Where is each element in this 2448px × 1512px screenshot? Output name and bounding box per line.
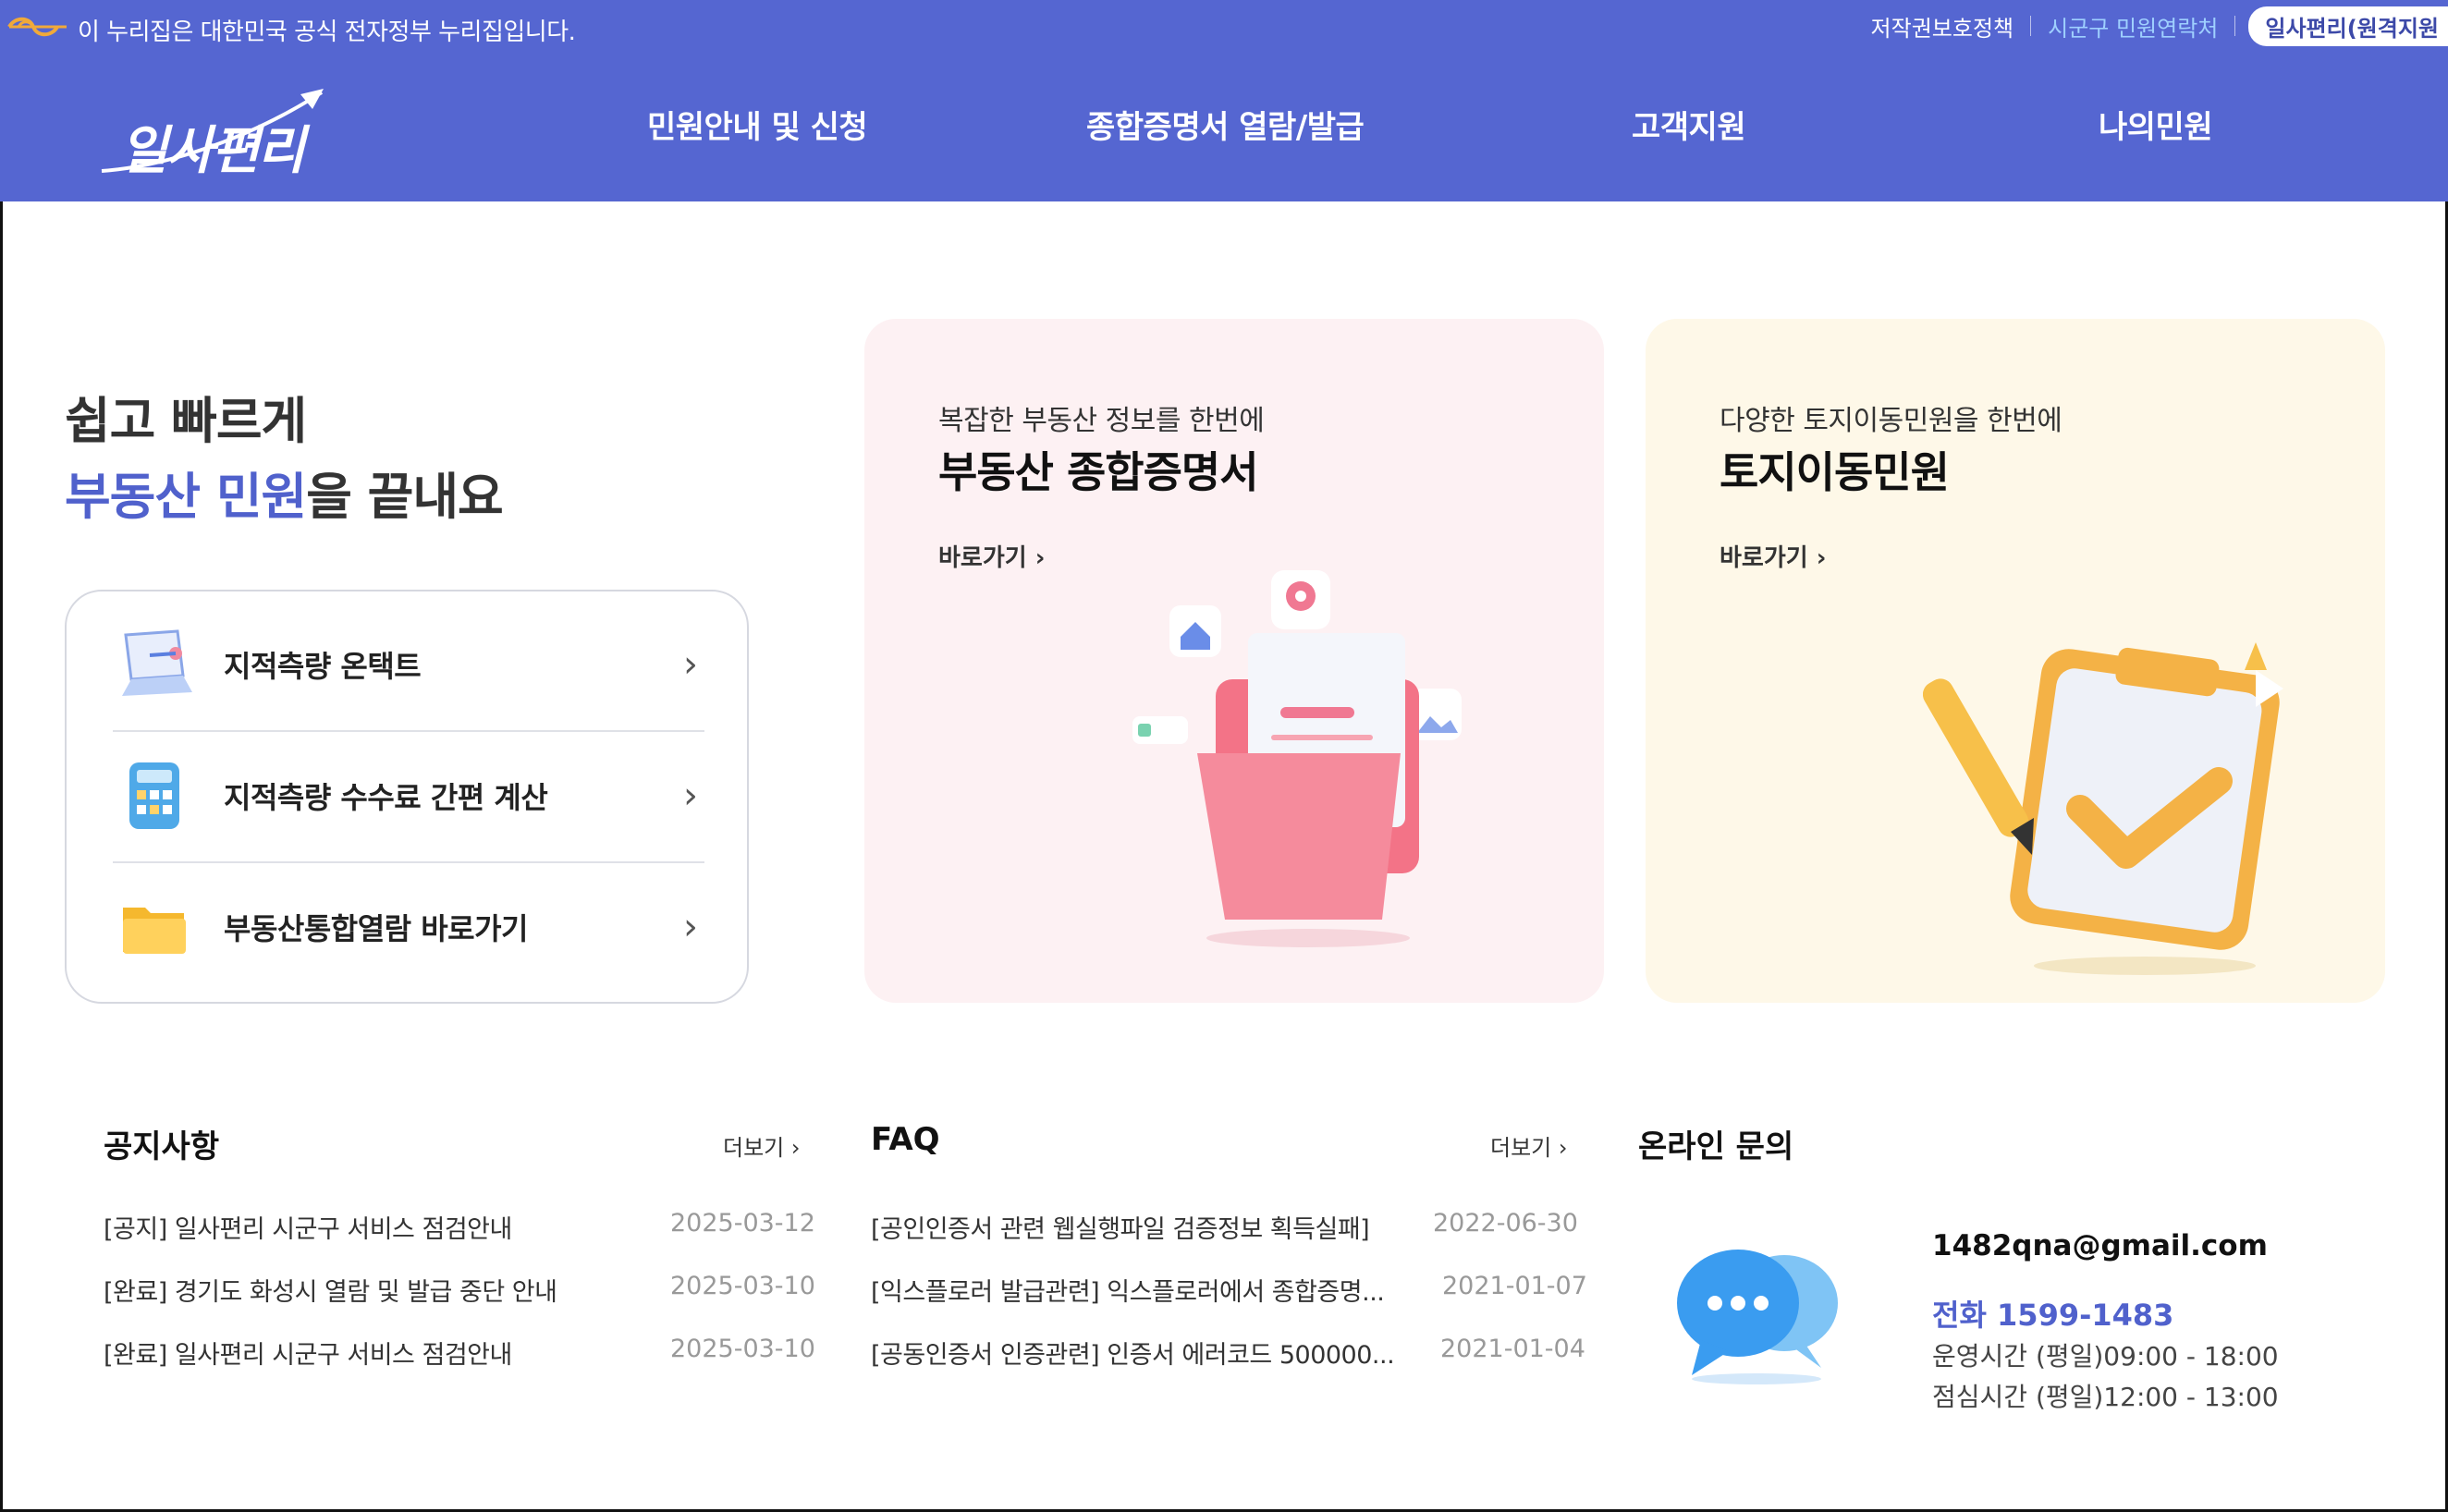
clipboard-check-illustration	[1923, 642, 2283, 975]
nav-civil-guide[interactable]: 민원안내 및 신청	[647, 102, 868, 147]
faq-date: 2021-01-04	[1440, 1335, 1585, 1363]
hero-line1: 쉽고 빠르게	[65, 392, 307, 450]
quick-link-label: 부동산통합열람 바로가기	[224, 911, 528, 946]
faq-date: 2021-01-07	[1442, 1272, 1587, 1300]
chevron-right-icon: ›	[683, 774, 698, 817]
notice-date: 2025-03-12	[670, 1209, 815, 1238]
nav-certificate[interactable]: 종합증명서 열람/발급	[1086, 102, 1365, 147]
main-header: 일사편리 민원안내 및 신청 종합증명서 열람/발급 고객지원 나의민원	[0, 54, 2448, 201]
quick-link-fee-calculator[interactable]: 지적측량 수수료 간편 계산 ›	[113, 730, 704, 861]
folder-icon	[113, 885, 196, 969]
chevron-right-icon: ›	[683, 906, 698, 948]
quick-link-label: 지적측량 수수료 간편 계산	[224, 780, 548, 815]
notices-more-link[interactable]: 더보기 ›	[723, 1129, 800, 1162]
card-subtitle: 다양한 토지이동민원을 한번에	[1720, 405, 2062, 437]
nav-my-civil[interactable]: 나의민원	[2099, 102, 2213, 147]
notice-date: 2025-03-10	[670, 1335, 815, 1363]
card-land-civil[interactable]: 다양한 토지이동민원을 한번에 토지이동민원 바로가기 ›	[1646, 319, 2385, 1003]
gov-emblem-icon	[7, 17, 67, 37]
card-subtitle: 복잡한 부동산 정보를 한번에	[938, 405, 1265, 437]
quick-link-survey-ontact[interactable]: 지적측량 온택트 ›	[113, 599, 704, 730]
notice-date: 2025-03-10	[670, 1272, 815, 1300]
faq-title: FAQ	[871, 1121, 940, 1158]
faq-item[interactable]: [공동인증서 인증관련] 인증서 에러코드 500000...	[871, 1335, 1395, 1371]
card-title: 부동산 종합증명서	[938, 447, 1259, 497]
copyright-policy-link[interactable]: 저작권보호정책	[1854, 10, 2031, 43]
quick-link-integrated-view[interactable]: 부동산통합열람 바로가기 ›	[113, 861, 704, 993]
card-title: 토지이동민원	[1720, 447, 1950, 497]
site-logo[interactable]: 일사편리	[92, 74, 333, 185]
gov-links: 저작권보호정책 시군구 민원연락처 일사편리(원격지원	[1854, 6, 2448, 46]
online-inquiry-title: 온라인 문의	[1638, 1128, 1794, 1165]
hero-line2: 부동산 민원을 끝내요	[65, 459, 504, 535]
faq-item[interactable]: [익스플로러 발급관련] 익스플로러에서 종합증명...	[871, 1272, 1385, 1308]
divider	[2234, 16, 2236, 36]
gov-notice: 이 누리집은 대한민국 공식 전자정부 누리집입니다.	[78, 18, 576, 46]
folder-document-illustration	[1132, 570, 1462, 947]
hero-rest: 을 끝내요	[306, 468, 504, 526]
operating-hours: 운영시간 (평일)09:00 - 18:00	[1932, 1341, 2279, 1372]
notice-item[interactable]: [완료] 일사편리 시군구 서비스 점검안내	[104, 1335, 512, 1371]
chevron-right-icon: ›	[683, 643, 698, 686]
notice-item[interactable]: [완료] 경기도 화성시 열람 및 발급 중단 안내	[104, 1272, 557, 1308]
card-real-estate-certificate[interactable]: 복잡한 부동산 정보를 한번에 부동산 종합증명서 바로가기 ›	[864, 319, 1604, 1003]
quick-link-label: 지적측량 온택트	[224, 649, 422, 684]
hero-title: 쉽고 빠르게 부동산 민원을 끝내요	[65, 384, 504, 535]
card-go-link[interactable]: 바로가기 ›	[938, 539, 1045, 573]
card-go-link[interactable]: 바로가기 ›	[1720, 539, 1826, 573]
nav-support[interactable]: 고객지원	[1632, 102, 1746, 147]
contact-email[interactable]: 1482qna@gmail.com	[1932, 1229, 2268, 1262]
faq-more-link[interactable]: 더보기 ›	[1490, 1129, 1567, 1162]
faq-item[interactable]: [공인인증서 관련 웹실행파일 검증정보 획득실패]	[871, 1209, 1370, 1245]
notices-title: 공지사항	[104, 1128, 220, 1165]
hero-accent: 부동산 민원	[65, 468, 307, 526]
logo-swoosh-icon	[101, 89, 324, 173]
quick-links-box: 지적측량 온택트 › 지적측량 수수료 간편 계산 › 부동산통합열람 바로가기…	[65, 590, 749, 1004]
notice-item[interactable]: [공지] 일사편리 시군구 서비스 점검안내	[104, 1209, 512, 1245]
calculator-icon	[113, 754, 196, 837]
lunch-hours: 점심시간 (평일)12:00 - 13:00	[1932, 1382, 2279, 1412]
remote-support-button[interactable]: 일사편리(원격지원	[2248, 6, 2448, 46]
contact-phone[interactable]: 전화 1599-1483	[1932, 1292, 2173, 1335]
gov-banner: 이 누리집은 대한민국 공식 전자정부 누리집입니다. 저작권보호정책 시군구 …	[0, 0, 2448, 54]
laptop-icon	[113, 623, 196, 706]
chat-bubbles-icon	[1677, 1250, 1838, 1384]
faq-date: 2022-06-30	[1433, 1209, 1578, 1238]
district-contact-link[interactable]: 시군구 민원연락처	[2031, 10, 2234, 43]
